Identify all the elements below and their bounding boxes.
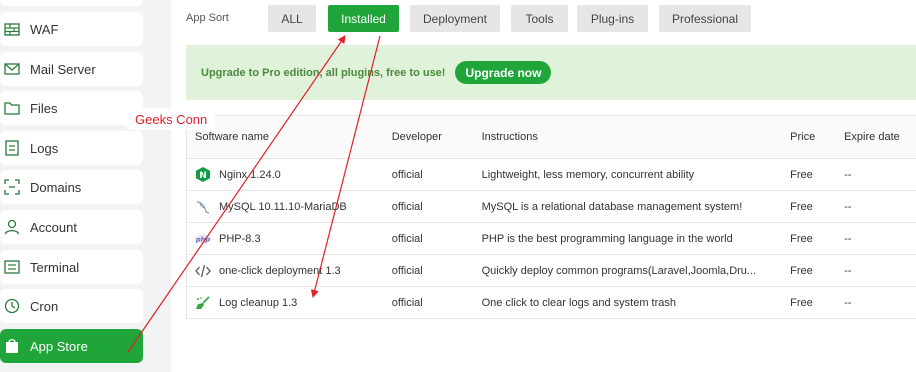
tab-deployment[interactable]: Deployment	[410, 5, 500, 32]
developer: official	[391, 264, 423, 277]
sidebar-item-label: Cron	[30, 298, 59, 314]
sidebar-item-cron[interactable]: Cron	[0, 289, 143, 323]
folder-icon	[4, 100, 20, 116]
clock-icon	[4, 298, 20, 314]
sidebar-item-terminal[interactable]: Terminal	[0, 250, 143, 284]
table-row[interactable]: Log cleanup 1.3 official One click to cl…	[187, 287, 916, 319]
upgrade-banner-text: Upgrade to Pro edition, all plugins, fre…	[201, 66, 446, 79]
software-name: PHP-8.3	[219, 232, 261, 245]
sidebar-item-app-store[interactable]: App Store	[0, 329, 143, 363]
developer: official	[391, 232, 423, 245]
tab-all[interactable]: ALL	[268, 5, 316, 32]
tab-installed[interactable]: Installed	[328, 5, 399, 32]
expire-date: --	[844, 168, 852, 181]
svg-text:php: php	[195, 235, 210, 243]
developer: official	[391, 168, 423, 181]
sidebar-item-label: Account	[30, 219, 77, 235]
sidebar: WAF Mail Server Files Logs Domains Accou…	[0, 0, 150, 372]
php-icon: php	[195, 231, 211, 247]
sidebar-item-account[interactable]: Account	[0, 210, 143, 244]
nginx-icon: N	[195, 167, 211, 183]
app-root: WAF Mail Server Files Logs Domains Accou…	[0, 0, 916, 372]
waf-icon	[4, 21, 20, 37]
price: Free	[790, 264, 813, 277]
sidebar-item-label: Mail Server	[30, 61, 96, 77]
mail-icon	[4, 61, 20, 77]
expire-date: --	[844, 264, 852, 277]
price: Free	[790, 296, 813, 309]
software-name: one-click deployment 1.3	[219, 264, 341, 277]
sidebar-item-partial[interactable]	[0, 0, 143, 6]
installed-apps-table: Software name Developer Instructions Pri…	[186, 115, 916, 319]
upgrade-banner: Upgrade to Pro edition, all plugins, fre…	[186, 45, 916, 100]
svg-text:N: N	[199, 171, 207, 181]
instructions: Quickly deploy common programs(Laravel,J…	[481, 264, 757, 277]
column-header-instructions: Instructions	[481, 131, 538, 143]
software-name: Nginx 1.24.0	[219, 168, 281, 181]
mysql-icon	[195, 199, 211, 215]
annotation-label: Geeks Conn	[127, 108, 216, 130]
tab-tools[interactable]: Tools	[511, 5, 568, 32]
column-header-expire-date: Expire date	[844, 131, 900, 143]
sidebar-item-label: App Store	[30, 338, 88, 354]
sidebar-item-mail-server[interactable]: Mail Server	[0, 52, 143, 86]
developer: official	[391, 296, 423, 309]
instructions: One click to clear logs and system trash	[481, 296, 677, 309]
sidebar-item-label: Logs	[30, 140, 59, 156]
software-name: MySQL 10.11.10-MariaDB	[219, 200, 347, 213]
table-row[interactable]: N Nginx 1.24.0 official Lightweight, les…	[187, 159, 916, 191]
domains-icon	[4, 179, 20, 195]
sidebar-item-label: WAF	[30, 21, 59, 37]
sidebar-item-files[interactable]: Files	[0, 91, 143, 125]
store-icon	[4, 338, 20, 354]
instructions: MySQL is a relational database managemen…	[481, 200, 743, 213]
table-row[interactable]: one-click deployment 1.3 official Quickl…	[187, 255, 916, 287]
sidebar-item-waf[interactable]: WAF	[0, 12, 143, 46]
developer: official	[391, 200, 423, 213]
sidebar-item-domains[interactable]: Domains	[0, 170, 143, 204]
price: Free	[790, 200, 813, 213]
table-header: Software name Developer Instructions Pri…	[187, 116, 916, 159]
sidebar-item-label: Domains	[30, 179, 82, 195]
code-icon	[195, 263, 211, 279]
column-header-price: Price	[790, 131, 816, 143]
column-header-developer: Developer	[391, 131, 442, 143]
software-name: Log cleanup 1.3	[219, 296, 298, 309]
app-sort-label: App Sort	[186, 12, 229, 24]
column-header-software-name[interactable]: Software name	[187, 131, 384, 143]
logs-icon	[4, 140, 20, 156]
sidebar-item-label: Terminal	[30, 259, 80, 275]
instructions: Lightweight, less memory, concurrent abi…	[481, 168, 695, 181]
sidebar-item-label: Files	[30, 100, 58, 116]
broom-icon	[195, 295, 211, 311]
expire-date: --	[844, 200, 852, 213]
price: Free	[790, 168, 813, 181]
tab-plug-ins[interactable]: Plug-ins	[577, 5, 648, 32]
price: Free	[790, 232, 813, 245]
sidebar-item-logs[interactable]: Logs	[0, 131, 143, 165]
main-panel: App Sort ALL Installed Deployment Tools …	[171, 0, 916, 372]
terminal-icon	[4, 259, 20, 275]
expire-date: --	[844, 296, 852, 309]
instructions: PHP is the best programming language in …	[481, 232, 733, 245]
user-icon	[4, 219, 20, 235]
upgrade-now-button[interactable]: Upgrade now	[455, 61, 552, 84]
expire-date: --	[844, 232, 852, 245]
table-row[interactable]: php PHP-8.3 official PHP is the best pro…	[187, 223, 916, 255]
table-row[interactable]: MySQL 10.11.10-MariaDB official MySQL is…	[187, 191, 916, 223]
tab-professional[interactable]: Professional	[659, 5, 751, 32]
